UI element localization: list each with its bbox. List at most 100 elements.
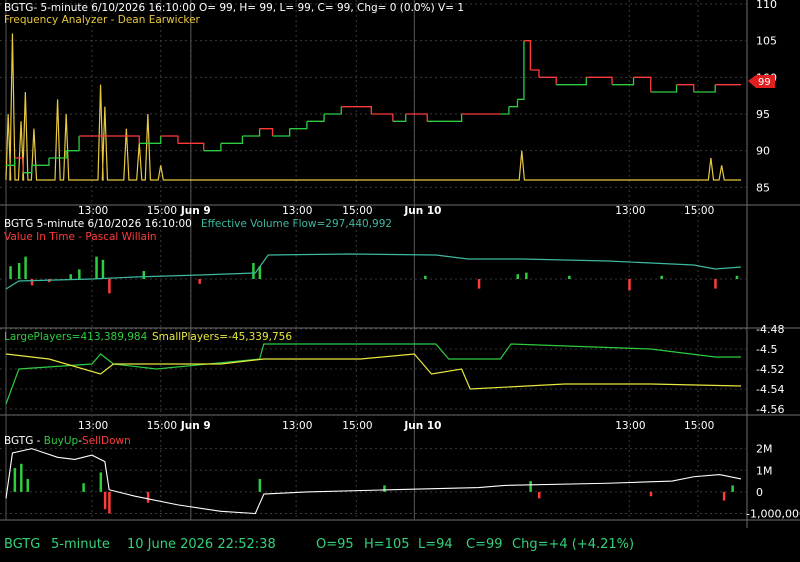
buyup-panel-header: BGTG - BuyUp-SellDown (4, 435, 131, 447)
volume-bar (101, 259, 105, 279)
buyup-cumulative-line (5, 448, 742, 515)
status-close: C=99 (466, 537, 503, 552)
volume-panel-header: BGTG 5-minute 6/10/2026 16:10:00 (4, 218, 192, 230)
volume-bar (17, 263, 21, 279)
players-ytick-label: -4.48 (756, 323, 784, 336)
buyup-bar (20, 463, 23, 492)
volume-bar (95, 256, 98, 279)
price-step (306, 114, 325, 122)
large-players-line (5, 343, 741, 405)
last-price-tag: 99 (748, 75, 775, 88)
buyup-bar (103, 491, 107, 510)
players-ytick-label: -4.5 (756, 343, 777, 356)
effective-volume-line (5, 253, 742, 290)
players-xtick-label: 13:00 (282, 420, 312, 432)
price-step (538, 76, 557, 85)
volume-bar (714, 279, 717, 289)
price-step (530, 69, 540, 78)
price-step (203, 143, 222, 152)
buyup-ytick-label: 0 (756, 486, 763, 499)
volume-bar (30, 279, 34, 286)
buyup-ytick-label: 1M (756, 464, 773, 477)
price-step (272, 128, 291, 137)
buyup-bar (529, 481, 532, 492)
price-step (160, 135, 179, 144)
price-ytick-label: 90 (756, 145, 770, 158)
volume-bar (477, 279, 481, 289)
volume-bar (628, 279, 631, 291)
buyup-ytick-label: -1,000,000 (746, 508, 800, 521)
price-step (693, 84, 716, 93)
buyup-bar (108, 491, 111, 514)
buyup-bar (146, 491, 150, 503)
price-step (500, 106, 510, 115)
players-ytick-label: -4.52 (756, 363, 784, 376)
price-step (259, 128, 274, 136)
price-step (289, 121, 308, 130)
price-step (242, 128, 261, 137)
price-step (427, 114, 463, 122)
price-step (676, 84, 695, 92)
buyup-bar (649, 491, 653, 497)
price-step (31, 158, 50, 166)
price-xtick-label: 15:00 (147, 205, 177, 217)
value-in-time-label: Value In Time - Pascal Willain (4, 231, 157, 243)
price-xtick-label: 13:00 (78, 205, 108, 217)
price-step (517, 40, 525, 100)
players-xtick-label: 15:00 (684, 420, 714, 432)
status-symbol: BGTG (4, 537, 41, 552)
players-xtick-label: 15:00 (342, 420, 372, 432)
price-step (523, 40, 532, 70)
buyup-bar (99, 472, 103, 492)
volume-bar (660, 275, 663, 279)
price-xtick-label: 13:00 (282, 205, 312, 217)
volume-bar (198, 279, 201, 284)
players-ytick-label: -4.56 (756, 403, 784, 416)
price-xtick-label: Jun 10 (403, 205, 441, 217)
volume-bar (9, 266, 12, 279)
price-step (556, 77, 587, 86)
buyup-bar (731, 485, 734, 492)
price-step (650, 84, 678, 93)
buyup-bar (383, 485, 386, 492)
volume-bar (69, 274, 72, 279)
volume-bar (568, 275, 571, 279)
volume-bar (424, 275, 427, 279)
price-xtick-label: 13:00 (615, 205, 645, 217)
large-players-label: LargePlayers=413,389,984 (4, 331, 148, 343)
price-xtick-label: 15:00 (342, 205, 372, 217)
small-players-label: SmallPlayers=-45,339,756 (152, 331, 292, 343)
last-price-tag-text: 99 (758, 77, 771, 88)
volume-bar (735, 275, 739, 279)
price-ytick-label: 95 (756, 108, 770, 121)
price-ytick-label: 105 (756, 35, 777, 48)
buyup-bar (26, 478, 29, 492)
frequency-analyzer-label: Frequency Analyzer - Dean Earwicker (4, 14, 201, 26)
status-open: O=95 (316, 537, 354, 552)
volume-bar (525, 272, 528, 279)
volume-bar (78, 269, 81, 279)
price-step (392, 114, 407, 122)
buyup-bar (82, 483, 85, 492)
status-interval: 5-minute (51, 537, 110, 552)
price-step (371, 113, 394, 122)
players-xtick-label: 13:00 (615, 420, 645, 432)
volume-bar (108, 279, 111, 294)
price-step (612, 77, 635, 86)
price-step (48, 150, 67, 159)
price-step (633, 76, 652, 92)
frequency-line (5, 33, 741, 181)
players-xtick-label: 13:00 (78, 420, 108, 432)
price-step (139, 136, 162, 144)
buyup-bar (258, 478, 262, 492)
volume-bar (252, 263, 255, 279)
buyup-bar (722, 491, 726, 501)
price-ytick-label: 110 (756, 0, 777, 11)
status-high: H=105 (364, 537, 410, 552)
price-xtick-label: 15:00 (684, 205, 714, 217)
players-xtick-label: Jun 9 (180, 420, 211, 432)
buyup-bar (537, 491, 541, 499)
price-step (324, 106, 342, 115)
volume-bar (516, 274, 519, 279)
volume-bar (142, 271, 146, 279)
